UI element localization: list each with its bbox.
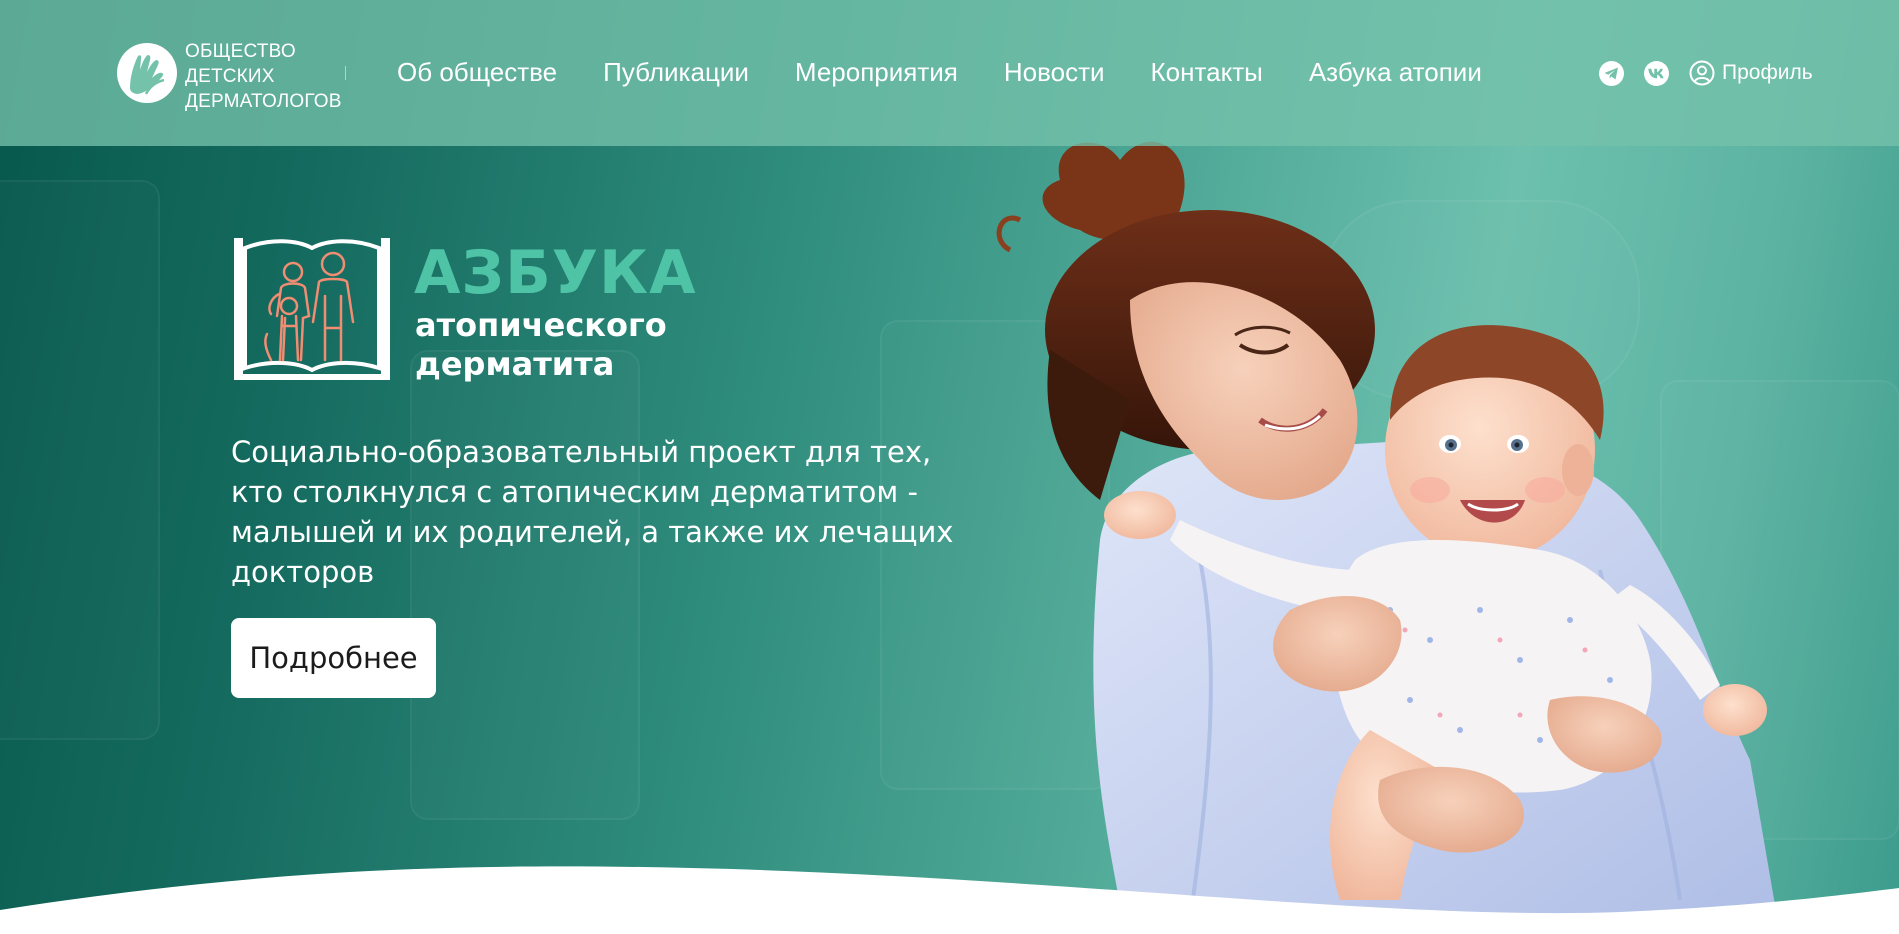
azbuka-subtitle-line: дерматита [415, 345, 615, 383]
logo-text: ОБЩЕСТВО ДЕТСКИХ ДЕРМАТОЛОГОВ [185, 39, 342, 114]
nav-item-events[interactable]: Мероприятия [795, 56, 958, 88]
telegram-icon[interactable] [1599, 60, 1624, 86]
logo-line: ДЕРМАТОЛОГОВ [185, 91, 342, 112]
logo-divider [345, 66, 346, 80]
azbuka-subtitle-line: атопического [415, 306, 667, 344]
azbuka-logo: АЗБУКА атопического дерматита [231, 234, 696, 384]
nav-item-publications[interactable]: Публикации [603, 56, 749, 88]
vk-glyph [1648, 68, 1664, 78]
nav-item-contacts[interactable]: Контакты [1151, 56, 1263, 88]
profile-link[interactable]: Профиль [1689, 60, 1813, 86]
hero-description-line: докторов [231, 555, 375, 589]
user-circle-icon [1689, 60, 1715, 86]
header-actions: Профиль [1599, 58, 1813, 88]
main-nav: Об обществе Публикации Мероприятия Новос… [397, 56, 1482, 88]
profile-label: Профиль [1722, 61, 1813, 84]
hero-description-line: малышей и их родителей, а также их лечащ… [231, 515, 954, 549]
nav-item-atopy-abc[interactable]: Азбука атопии [1309, 56, 1482, 88]
background-panel [0, 180, 160, 740]
nav-item-about[interactable]: Об обществе [397, 56, 557, 88]
site-header: ОБЩЕСТВО ДЕТСКИХ ДЕРМАТОЛОГОВ Об обществ… [0, 0, 1899, 146]
hands-logo-icon [117, 43, 177, 103]
mother-with-baby-photo [996, 141, 1780, 934]
more-button[interactable]: Подробнее [231, 618, 436, 698]
azbuka-title: АЗБУКА [414, 238, 697, 308]
vk-icon[interactable] [1644, 60, 1669, 86]
azbuka-subtitle: атопического дерматита [415, 306, 667, 384]
hero-description-line: Социально-образовательный проект для тех… [231, 435, 932, 469]
logo-line: ОБЩЕСТВО [185, 41, 296, 62]
site-logo[interactable]: ОБЩЕСТВО ДЕТСКИХ ДЕРМАТОЛОГОВ [116, 38, 352, 112]
hero-description: Социально-образовательный проект для тех… [231, 432, 954, 592]
bottom-wave [0, 866, 1899, 934]
logo-line: ДЕТСКИХ [185, 66, 275, 87]
nav-item-news[interactable]: Новости [1004, 56, 1105, 88]
hero-description-line: кто столкнулся с атопическим дерматитом … [231, 475, 918, 509]
telegram-glyph [1604, 67, 1618, 79]
family-book-icon [234, 238, 390, 380]
